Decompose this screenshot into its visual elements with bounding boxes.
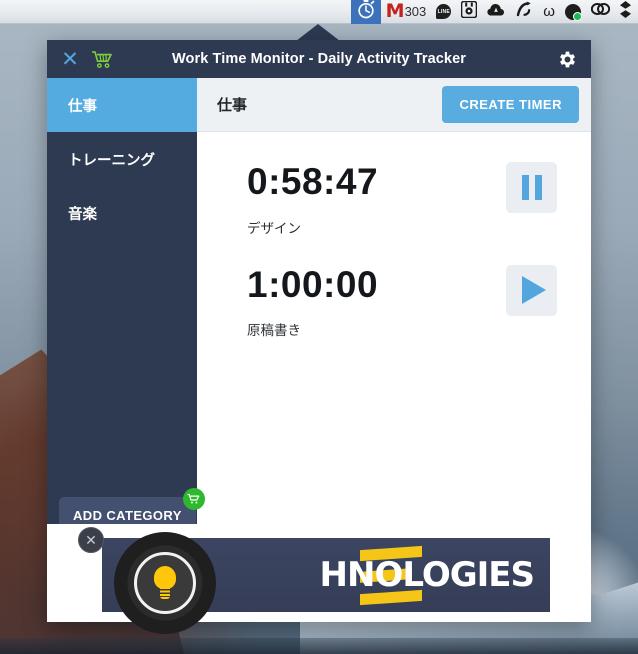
pause-button[interactable] [506, 162, 557, 213]
lightbulb-glyph [152, 566, 178, 600]
creative-cloud-icon [590, 1, 611, 22]
ad-close-icon[interactable]: ✕ [78, 527, 104, 553]
add-category-label: ADD CATEGORY [73, 508, 182, 523]
menubar-left-stub [2, 3, 5, 15]
gmail-icon: M [385, 0, 405, 22]
sidebar-item-training[interactable]: トレーニング [47, 132, 197, 186]
content-panel: 仕事 CREATE TIMER 0:58:47 デザイン 1:00:00 原稿書… [197, 78, 591, 564]
menubar-item-backup[interactable] [456, 0, 482, 24]
sidebar-item-label: 仕事 [68, 98, 97, 115]
line-icon: LINE [436, 4, 452, 19]
mac-menu-bar: M 303 LINE ω ✓ [0, 0, 638, 24]
menubar-item-omega[interactable]: ω [538, 0, 560, 24]
menubar-item-cloud[interactable] [482, 0, 510, 24]
menubar-item-dropbox[interactable] [615, 0, 636, 24]
panel-pointer-arrow [296, 24, 340, 41]
menubar-item-arrow-loop[interactable] [510, 0, 538, 24]
app-titlebar: ✕ Work Time Monitor - Daily Activity Tra… [47, 40, 591, 78]
cart-icon[interactable] [90, 48, 114, 70]
create-timer-button[interactable]: CREATE TIMER [442, 86, 579, 123]
sidebar-item-label: トレーニング [68, 152, 155, 169]
lightbulb-ring [134, 552, 196, 614]
timer-row[interactable]: 0:58:47 デザイン [247, 150, 567, 253]
sync-check-icon: ✓ [565, 3, 582, 21]
sidebar-item-work[interactable]: 仕事 [47, 78, 197, 132]
arrow-loop-icon [515, 1, 533, 22]
menubar-item-gmail[interactable]: M 303 [381, 0, 432, 24]
timer-row[interactable]: 1:00:00 原稿書き [247, 253, 567, 356]
menubar-item-stopwatch[interactable] [350, 0, 381, 24]
timer-label: デザイン [247, 220, 301, 236]
timer-list: 0:58:47 デザイン 1:00:00 原稿書き [197, 132, 591, 560]
page-title: 仕事 [217, 97, 248, 114]
menubar-item-creative-cloud[interactable] [586, 0, 615, 24]
sidebar-item-music[interactable]: 音楽 [47, 186, 197, 240]
sidebar: 仕事 トレーニング 音楽 ADD CATEGORY [47, 78, 205, 564]
app-body: 仕事 トレーニング 音楽 ADD CATEGORY 仕事 CREATE TIME… [47, 78, 591, 564]
play-icon [522, 276, 546, 305]
app-title: Work Time Monitor - Daily Activity Track… [171, 51, 466, 67]
backup-drive-icon [460, 0, 478, 23]
menubar-item-sync-check[interactable]: ✓ [560, 0, 586, 24]
content-header: 仕事 CREATE TIMER [197, 78, 591, 132]
dropbox-icon [620, 0, 631, 23]
stopwatch-icon [356, 0, 376, 24]
ad-banner[interactable]: ✕ HNOLOGIES [78, 527, 550, 634]
timer-label: 原稿書き [247, 323, 301, 339]
cloud-icon [487, 2, 505, 22]
menubar-item-line[interactable]: LINE [431, 0, 456, 24]
sidebar-item-label: 音楽 [68, 206, 97, 223]
lightbulb-icon [114, 532, 216, 634]
close-icon[interactable]: ✕ [59, 48, 81, 70]
ad-text: HNOLOGIES [319, 555, 535, 595]
play-button[interactable] [506, 264, 557, 316]
wallpaper-bottom-shade [0, 638, 638, 654]
cart-badge-icon [182, 488, 205, 510]
pause-icon [521, 175, 542, 200]
check-glyph: ✓ [574, 11, 581, 18]
omega-icon: ω [543, 3, 555, 20]
gmail-unread-count: 303 [404, 4, 427, 19]
gear-icon[interactable] [555, 47, 579, 71]
